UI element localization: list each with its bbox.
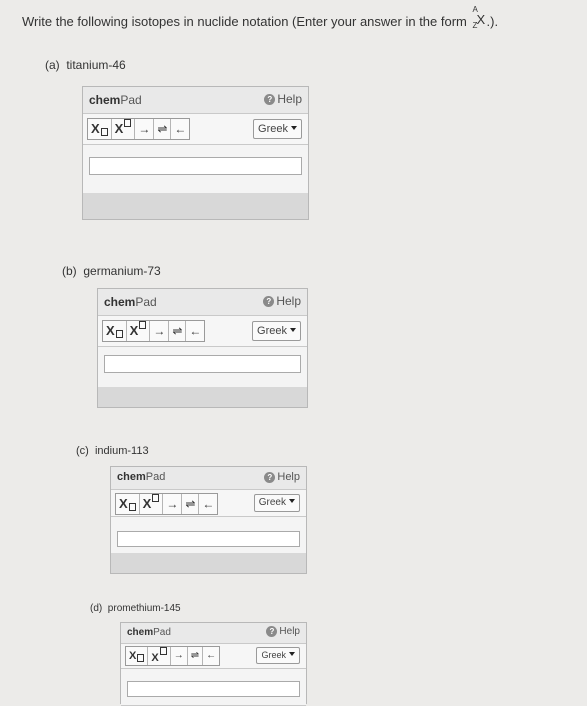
chempad-b: chemPad ? Help X X → ⇌ ← Greek — [97, 288, 308, 408]
answer-input[interactable] — [89, 157, 302, 175]
equilibrium-arrow-button[interactable]: ⇌ — [169, 321, 187, 341]
superscript-button[interactable]: X — [140, 494, 164, 514]
part-a-label: (a) titanium-46 — [45, 58, 126, 72]
chevron-down-icon — [289, 499, 295, 503]
help-button[interactable]: ? Help — [264, 471, 300, 483]
chevron-down-icon — [289, 652, 295, 656]
chempad-title: chemPad — [89, 93, 142, 107]
part-c-label: (c) indium-113 — [76, 445, 149, 457]
part-letter: (c) — [76, 445, 89, 457]
superscript-button[interactable]: X — [112, 119, 136, 139]
tool-group: X X → ⇌ ← — [125, 646, 221, 666]
tool-group: X X → ⇌ ← — [115, 493, 219, 515]
chempad-d: chemPad ? Help X X → ⇌ ← Greek — [120, 622, 307, 706]
left-arrow-button[interactable]: ← — [199, 494, 217, 514]
chempad-c: chemPad ? Help X X → ⇌ ← Greek — [110, 466, 307, 574]
chempad-title: chemPad — [127, 627, 171, 638]
part-b-label: (b) germanium-73 — [62, 264, 161, 278]
chevron-down-icon — [291, 126, 297, 130]
answer-input[interactable] — [127, 681, 300, 697]
greek-dropdown[interactable]: Greek — [256, 647, 300, 664]
equilibrium-arrow-button[interactable]: ⇌ — [182, 494, 200, 514]
part-letter: (d) — [90, 603, 103, 614]
greek-dropdown[interactable]: Greek — [253, 119, 302, 139]
question-prompt: Write the following isotopes in nuclide … — [22, 5, 582, 30]
chempad-header: chemPad ? Help — [121, 623, 306, 644]
chevron-down-icon — [290, 328, 296, 332]
chempad-body — [121, 669, 306, 706]
chempad-a: chemPad ? Help X X → ⇌ ← Greek — [82, 86, 309, 220]
chempad-body — [98, 347, 307, 388]
help-icon: ? — [263, 295, 275, 307]
help-button[interactable]: ? Help — [266, 626, 300, 637]
right-arrow-button[interactable]: → — [150, 321, 170, 341]
chempad-footer — [98, 387, 307, 407]
left-arrow-button[interactable]: ← — [203, 647, 219, 665]
greek-dropdown[interactable]: Greek — [253, 494, 300, 512]
chempad-toolbar: X X → ⇌ ← Greek — [121, 644, 306, 669]
nuclide-notation: AZX — [471, 5, 487, 30]
chempad-body — [111, 517, 306, 554]
equilibrium-arrow-button[interactable]: ⇌ — [154, 119, 172, 139]
chempad-title: chemPad — [117, 471, 166, 483]
subscript-button[interactable]: X — [88, 119, 112, 139]
subscript-button[interactable]: X — [126, 647, 149, 665]
right-arrow-button[interactable]: → — [163, 494, 183, 514]
part-letter: (a) — [45, 58, 60, 72]
part-element: indium-113 — [94, 445, 149, 457]
answer-input[interactable] — [117, 531, 300, 547]
help-button[interactable]: ? Help — [264, 92, 302, 106]
chempad-toolbar: X X → ⇌ ← Greek — [98, 316, 307, 347]
chempad-toolbar: X X → ⇌ ← Greek — [83, 114, 308, 145]
left-arrow-button[interactable]: ← — [186, 321, 204, 341]
equilibrium-arrow-button[interactable]: ⇌ — [188, 647, 204, 665]
part-letter: (b) — [62, 264, 77, 278]
left-arrow-button[interactable]: ← — [171, 119, 189, 139]
tool-group: X X → ⇌ ← — [102, 320, 206, 342]
help-label: Help — [277, 471, 300, 483]
help-label: Help — [276, 294, 301, 308]
question-end: .). — [486, 14, 499, 29]
help-button[interactable]: ? Help — [263, 294, 301, 308]
tool-group: X X → ⇌ ← — [87, 118, 191, 140]
element-symbol: X — [476, 12, 486, 27]
chempad-toolbar: X X → ⇌ ← Greek — [111, 490, 306, 517]
right-arrow-button[interactable]: → — [135, 119, 155, 139]
help-icon: ? — [266, 626, 278, 637]
answer-input[interactable] — [104, 355, 301, 373]
chempad-header: chemPad ? Help — [98, 289, 307, 316]
chempad-body — [83, 145, 308, 198]
superscript-button[interactable]: X — [148, 647, 171, 665]
part-element: germanium-73 — [83, 264, 161, 278]
part-element: titanium-46 — [66, 58, 126, 72]
subscript-button[interactable]: X — [103, 321, 127, 341]
help-label: Help — [279, 626, 300, 637]
superscript-button[interactable]: X — [127, 321, 151, 341]
chempad-title: chemPad — [104, 295, 157, 309]
help-icon: ? — [264, 93, 276, 105]
subscript-button[interactable]: X — [116, 494, 140, 514]
part-d-label: (d) promethium-145 — [90, 603, 181, 614]
question-text: Write the following isotopes in nuclide … — [22, 14, 471, 29]
chempad-header: chemPad ? Help — [83, 87, 308, 114]
help-label: Help — [277, 92, 302, 106]
chempad-footer — [111, 553, 306, 573]
chempad-footer — [83, 193, 308, 219]
right-arrow-button[interactable]: → — [171, 647, 188, 665]
help-icon: ? — [264, 471, 276, 483]
greek-dropdown[interactable]: Greek — [252, 321, 301, 341]
chempad-header: chemPad ? Help — [111, 467, 306, 490]
part-element: promethium-145 — [107, 603, 181, 614]
